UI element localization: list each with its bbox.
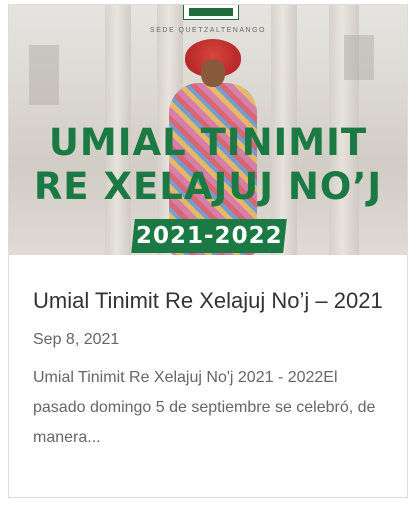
logo-mark bbox=[189, 8, 233, 16]
post-date: Sep 8, 2021 bbox=[33, 331, 120, 348]
post-body: Umial Tinimit Re Xelajuj No’j – 2021 Sep… bbox=[9, 289, 407, 453]
year-badge-label: 2021-2022 bbox=[135, 223, 283, 249]
post-title-link[interactable]: Umial Tinimit Re Xelajuj No’j – 2021 bbox=[33, 289, 383, 313]
image-headline-line2: RE XELAJUJ NO’J bbox=[33, 165, 383, 208]
year-badge: 2021-2022 bbox=[131, 219, 287, 253]
post-card: SEDE QUETZALTENANGO UMIAL TINIMIT RE XEL… bbox=[8, 4, 408, 498]
featured-image[interactable]: SEDE QUETZALTENANGO UMIAL TINIMIT RE XEL… bbox=[9, 5, 407, 255]
institution-caption: SEDE QUETZALTENANGO bbox=[150, 27, 266, 34]
person-figure-face bbox=[201, 59, 225, 87]
post-excerpt: Umial Tinimit Re Xelajuj No'j 2021 - 202… bbox=[33, 369, 376, 446]
image-headline-line1: UMIAL TINIMIT bbox=[48, 121, 368, 164]
university-logo bbox=[183, 5, 239, 20]
